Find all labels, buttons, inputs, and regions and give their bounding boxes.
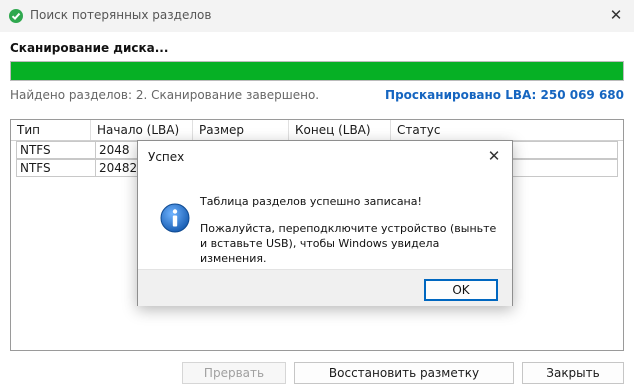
close-icon[interactable]: ✕ <box>486 147 502 165</box>
restore-partition-button[interactable]: Восстановить разметку <box>294 362 514 384</box>
column-header-status[interactable]: Статус <box>391 120 623 140</box>
scan-title: Сканирование диска... <box>10 41 169 55</box>
column-header-size[interactable]: Размер <box>193 120 289 140</box>
window-title: Поиск потерянных разделов <box>30 8 212 22</box>
dialog-body: Таблица разделов успешно записана! Пожал… <box>138 173 512 269</box>
info-icon <box>160 203 190 233</box>
dialog-message-title: Таблица разделов успешно записана! <box>200 195 422 208</box>
abort-button[interactable]: Прервать <box>182 362 286 384</box>
dialog-message-body: Пожалуйста, переподключите устройство (в… <box>200 222 497 265</box>
close-icon[interactable]: ✕ <box>608 6 624 24</box>
ok-button[interactable]: OK <box>424 279 498 301</box>
dialog-title-bar: Успех ✕ <box>138 141 512 173</box>
scan-status: Найдено разделов: 2. Сканирование заверш… <box>10 88 320 102</box>
scanned-lba: Просканировано LBA: 250 069 680 <box>385 88 624 102</box>
dialog-footer: OK <box>138 269 512 306</box>
cell-type: NTFS <box>16 159 96 177</box>
progress-fill <box>11 62 623 80</box>
dialog-title: Успех <box>148 150 185 164</box>
cell-type: NTFS <box>16 141 96 159</box>
success-dialog: Успех ✕ Таблица разделов успешно записан… <box>137 140 513 306</box>
title-bar: Поиск потерянных разделов ✕ <box>0 0 634 32</box>
progress-bar <box>10 61 624 81</box>
app-logo-icon <box>9 9 23 23</box>
column-header-end[interactable]: Конец (LBA) <box>289 120 391 140</box>
table-header: Тип Начало (LBA) Размер Конец (LBA) Стат… <box>11 120 623 141</box>
column-header-start[interactable]: Начало (LBA) <box>91 120 193 140</box>
column-header-type[interactable]: Тип <box>11 120 91 140</box>
close-button[interactable]: Закрыть <box>522 362 624 384</box>
